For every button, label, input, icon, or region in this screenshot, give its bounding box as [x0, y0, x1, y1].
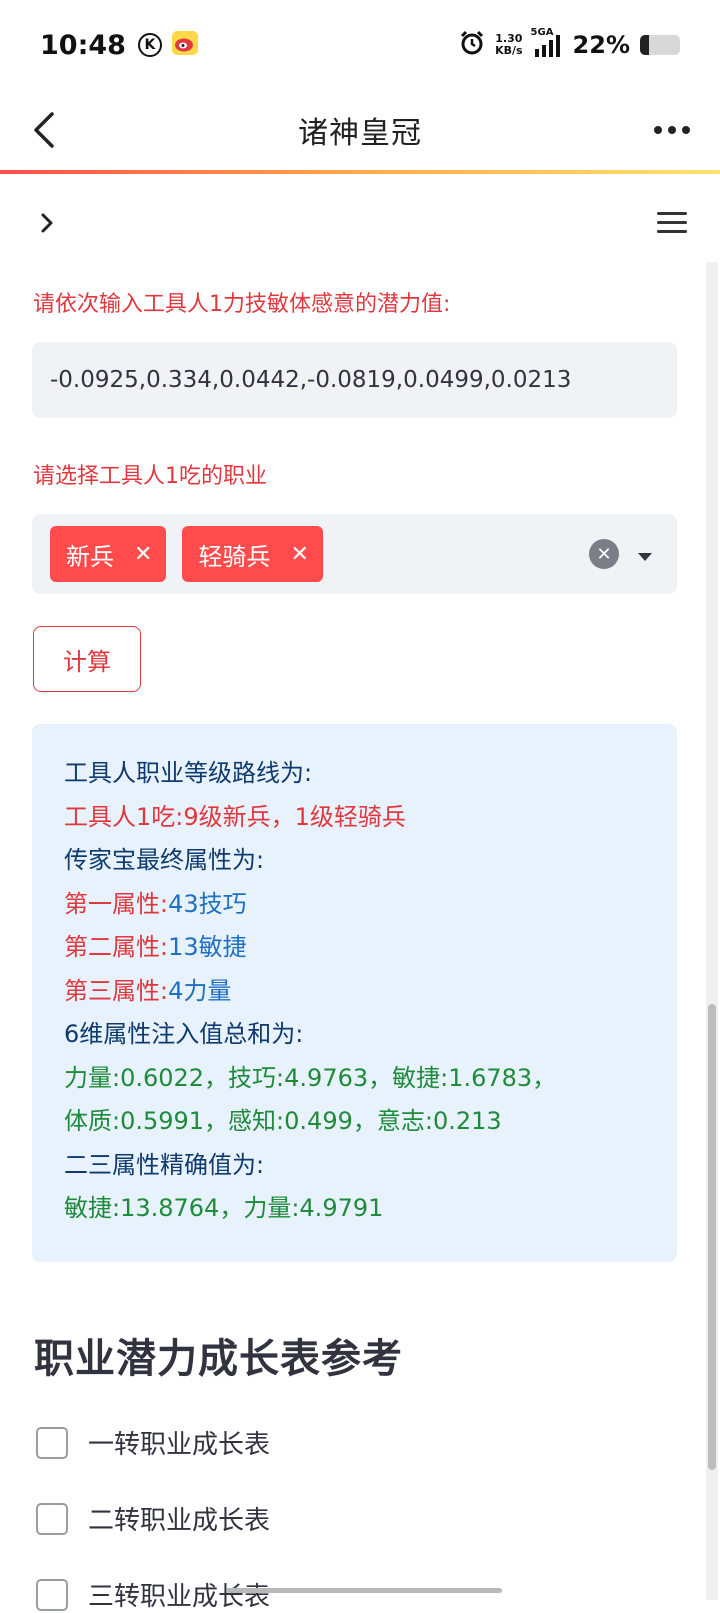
network-type: 5GA — [530, 27, 554, 38]
reference-item-label: 一转职业成长表 — [88, 1430, 271, 1460]
route-label: 工具人1吃: — [64, 802, 184, 831]
status-time: 10:48 — [40, 29, 126, 61]
app-header: 诸神皇冠 — [0, 90, 720, 170]
network-speed: 1.30 KB/s — [495, 33, 522, 57]
job-chip: 新兵 ✕ — [50, 526, 167, 582]
heirloom-title: 传家宝最终属性为: — [64, 846, 265, 874]
sum-title: 6维属性注入值总和为: — [64, 1020, 304, 1048]
header-accent-line — [0, 170, 720, 174]
attr2-value: 13敏捷 — [168, 933, 247, 961]
reference-item[interactable]: 二转职业成长表 — [36, 1500, 270, 1537]
checkbox[interactable] — [36, 1426, 68, 1459]
battery-fill — [640, 35, 649, 55]
k-circle-icon: K — [137, 33, 162, 57]
reference-item-label: 二转职业成长表 — [88, 1506, 271, 1536]
attr3-value: 4力量 — [168, 976, 232, 1005]
attr2-line: 第二属性:13敏捷 — [64, 926, 645, 970]
route-value: 9级新兵，1级轻骑兵 — [183, 802, 406, 831]
checkbox[interactable] — [36, 1578, 68, 1611]
home-indicator[interactable] — [226, 1588, 502, 1593]
hamburger-menu-icon[interactable] — [654, 206, 690, 238]
back-arrow-icon[interactable] — [26, 106, 70, 154]
sum-line-1: 力量:0.6022，技巧:4.9763，敏捷:1.6783， — [64, 1063, 557, 1092]
clear-all-icon[interactable]: ✕ — [589, 539, 619, 569]
potential-input-value: -0.0925,0.334,0.0442,-0.0819,0.0499,0.02… — [50, 367, 572, 393]
net-speed-unit: KB/s — [495, 44, 523, 57]
reference-heading: 职业潜力成长表参考 — [34, 1336, 403, 1382]
potential-input[interactable]: -0.0925,0.334,0.0442,-0.0819,0.0499,0.02… — [32, 342, 677, 418]
reference-item-label: 三转职业成长表 — [88, 1582, 271, 1612]
reference-item[interactable]: 一转职业成长表 — [36, 1424, 270, 1461]
status-bar: 10:48 K 1.30 KB/s 5GA 22% — [0, 0, 720, 90]
remove-chip-icon[interactable]: ✕ — [290, 542, 308, 567]
signal-icon: 5GA — [531, 27, 563, 57]
route-line: 工具人1吃:9级新兵，1级轻骑兵 — [64, 796, 645, 840]
sum-line-2: 体质:0.5991，感知:0.499，意志:0.213 — [64, 1107, 502, 1135]
attr1-value: 43技巧 — [168, 889, 247, 918]
remove-chip-icon[interactable]: ✕ — [134, 542, 152, 567]
result-panel: 工具人职业等级路线为: 工具人1吃:9级新兵，1级轻骑兵 传家宝最终属性为: 第… — [32, 724, 677, 1262]
job-multiselect[interactable]: 新兵 ✕ 轻骑兵 ✕ ✕ — [32, 514, 677, 594]
chevron-right-icon[interactable] — [34, 206, 62, 240]
exact-title: 二三属性精确值为: — [64, 1150, 265, 1179]
attr3-label: 第三属性: — [64, 976, 169, 1005]
dropdown-caret-icon[interactable] — [637, 548, 653, 561]
calculate-button[interactable]: 计算 — [33, 626, 141, 692]
job-chip: 轻骑兵 ✕ — [182, 526, 323, 582]
checkbox[interactable] — [36, 1502, 68, 1535]
battery-icon — [640, 35, 680, 55]
potential-label: 请依次输入工具人1力技敏体感意的潜力值: — [33, 292, 451, 317]
job-chip-label: 轻骑兵 — [198, 542, 271, 571]
attr3-line: 第三属性:4力量 — [64, 970, 645, 1014]
exact-line: 敏捷:13.8764，力量:4.9791 — [64, 1194, 384, 1222]
job-label: 请选择工具人1吃的职业 — [33, 464, 267, 489]
job-chip-label: 新兵 — [66, 542, 114, 571]
more-dots-icon[interactable] — [650, 112, 694, 148]
attr1-line: 第一属性:43技巧 — [64, 883, 645, 927]
battery-percent: 22% — [572, 31, 630, 59]
attr2-label: 第二属性: — [64, 933, 169, 961]
route-title: 工具人职业等级路线为: — [64, 759, 313, 787]
alarm-icon — [459, 30, 485, 60]
weibo-icon — [171, 31, 198, 59]
page-title: 诸神皇冠 — [298, 116, 422, 151]
scrollbar-thumb[interactable] — [708, 1004, 716, 1470]
reference-item[interactable]: 三转职业成长表 — [36, 1576, 270, 1613]
attr1-label: 第一属性: — [64, 889, 169, 918]
